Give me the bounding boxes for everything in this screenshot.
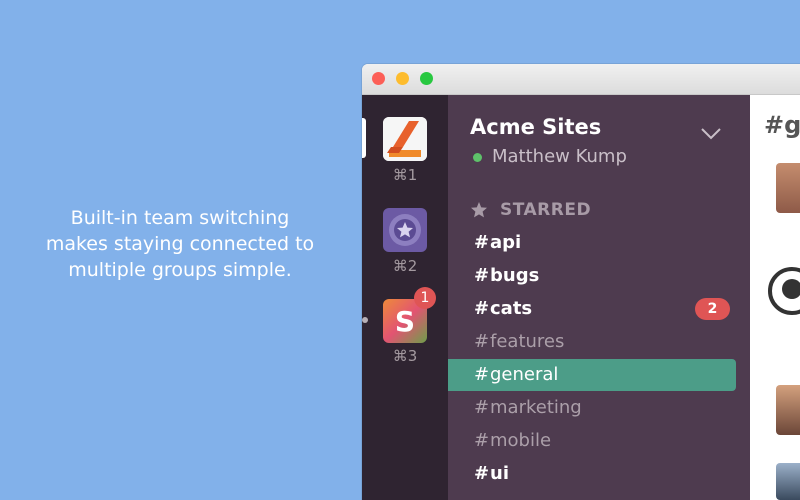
hash-icon: # (474, 430, 490, 451)
team-switcher: ⌘1 ⌘2 S 1 ⌘3 (362, 95, 448, 500)
channel-name: features (490, 331, 565, 352)
hash-icon: # (474, 298, 490, 319)
channel-marketing[interactable]: # marketing (448, 392, 736, 424)
app-window: ⌘1 ⌘2 S 1 ⌘3 Acme Sites Matthew Kump STA… (362, 64, 800, 500)
promo-line-1: Built-in team switching (70, 207, 290, 229)
team-3-shortcut: ⌘3 (392, 347, 418, 365)
channel-features[interactable]: # features (448, 326, 736, 358)
unread-team-indicator (362, 317, 368, 323)
zoom-window-button[interactable] (420, 72, 433, 85)
channel-name: ui (490, 463, 509, 484)
presence-dot-icon (473, 153, 482, 162)
channel-name: bugs (490, 265, 540, 286)
channel-name: api (490, 232, 522, 253)
channel-title: #g (764, 111, 800, 139)
channel-name: marketing (490, 397, 582, 418)
channel-api[interactable]: # api (448, 227, 736, 259)
channel-name: mobile (490, 430, 552, 451)
team-acme-sites[interactable] (383, 117, 427, 161)
avatar[interactable] (776, 463, 800, 500)
channel-name: general (490, 364, 559, 385)
hash-icon: # (474, 463, 490, 484)
starred-label: STARRED (500, 200, 592, 220)
hash-icon: # (474, 265, 490, 286)
chevron-down-icon[interactable] (700, 127, 722, 141)
avatar[interactable] (776, 385, 800, 435)
hash-icon: # (474, 331, 490, 352)
team-3-unread-badge: 1 (414, 287, 436, 309)
close-window-button[interactable] (372, 72, 385, 85)
avatar[interactable] (776, 163, 800, 213)
github-octocat-icon (768, 267, 800, 315)
channel-sidebar: Acme Sites Matthew Kump STARRED # api # … (448, 95, 750, 500)
channel-unread-badge: 2 (695, 298, 730, 320)
title-bar (362, 64, 800, 95)
hash-icon: # (474, 364, 490, 385)
promo-line-2: makes staying connected to (45, 233, 315, 255)
promo-text: Built-in team switching makes staying co… (30, 205, 330, 283)
svg-text:S: S (395, 305, 415, 338)
team-2[interactable] (383, 208, 427, 252)
channel-general[interactable]: # general (448, 359, 736, 391)
channel-ui[interactable]: # ui (448, 458, 736, 490)
team-name[interactable]: Acme Sites (470, 115, 601, 139)
promo-line-3: multiple groups simple. (68, 259, 292, 281)
team-1-shortcut: ⌘1 (392, 166, 418, 184)
active-team-indicator (362, 118, 366, 158)
channel-cats[interactable]: # cats 2 (448, 293, 736, 325)
channel-mobile[interactable]: # mobile (448, 425, 736, 457)
channel-name: cats (490, 298, 533, 319)
acme-logo-icon (383, 117, 427, 161)
star-icon (471, 202, 487, 218)
chat-pane: #g (750, 95, 800, 500)
user-name: Matthew Kump (492, 146, 627, 167)
hash-icon: # (474, 232, 490, 253)
hash-icon: # (474, 397, 490, 418)
team-2-shortcut: ⌘2 (392, 257, 418, 275)
minimize-window-button[interactable] (396, 72, 409, 85)
channel-bugs[interactable]: # bugs (448, 260, 736, 292)
star-shield-icon (389, 214, 421, 246)
